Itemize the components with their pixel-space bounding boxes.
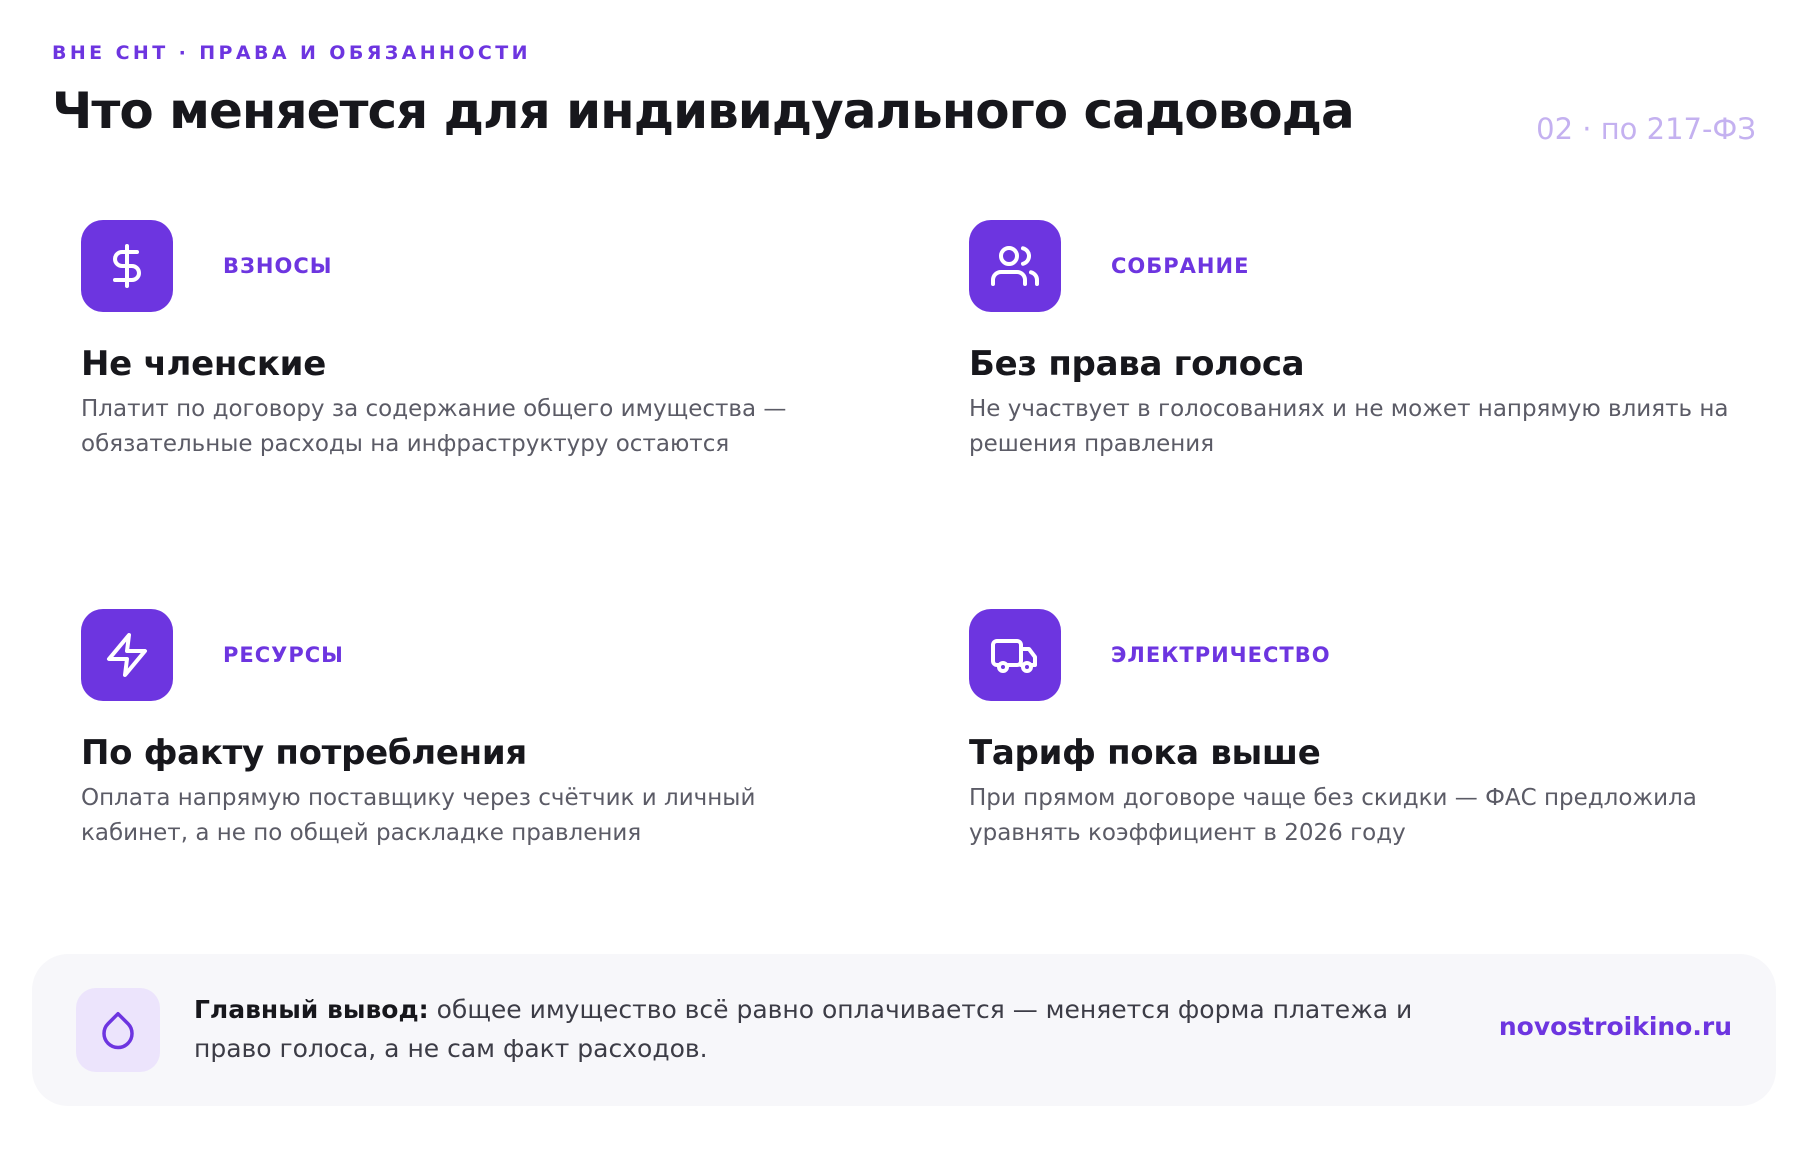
dollar-icon [81, 220, 173, 312]
lightning-icon [81, 609, 173, 701]
site-link[interactable]: novostroikino.ru [1499, 1012, 1732, 1041]
droplet-icon [76, 988, 160, 1072]
page-number: 02 · по 217-ФЗ [1536, 112, 1756, 146]
card-text: Не участвует в голосованиях и не может н… [969, 396, 1729, 457]
card-text: Платит по договору за содержание общего … [81, 396, 787, 457]
card-heading: Без права голоса [969, 344, 1305, 384]
card-tag: ВЗНОСЫ [223, 254, 333, 278]
card-text: Оплата напрямую поставщику через счётчик… [81, 785, 756, 846]
section-eyebrow: ВНЕ СНТ · ПРАВА И ОБЯЗАННОСТИ [52, 42, 531, 64]
card-text: При прямом договоре чаще без скидки — ФА… [969, 785, 1697, 846]
card-heading: Не членские [81, 344, 326, 384]
card-tag: РЕСУРСЫ [223, 643, 344, 667]
users-icon [969, 220, 1061, 312]
truck-icon [969, 609, 1061, 701]
summary-text: Главный вывод: общее имущество всё равно… [194, 990, 1494, 1068]
summary-label: Главный вывод: [194, 995, 429, 1024]
card-tag: СОБРАНИЕ [1111, 254, 1250, 278]
page-title: Что меняется для индивидуального садовод… [52, 82, 1355, 140]
summary-panel: Главный вывод: общее имущество всё равно… [32, 954, 1776, 1106]
card-heading: Тариф пока выше [969, 733, 1321, 773]
card-tag: ЭЛЕКТРИЧЕСТВО [1111, 643, 1331, 667]
card-heading: По факту потребления [81, 733, 527, 773]
